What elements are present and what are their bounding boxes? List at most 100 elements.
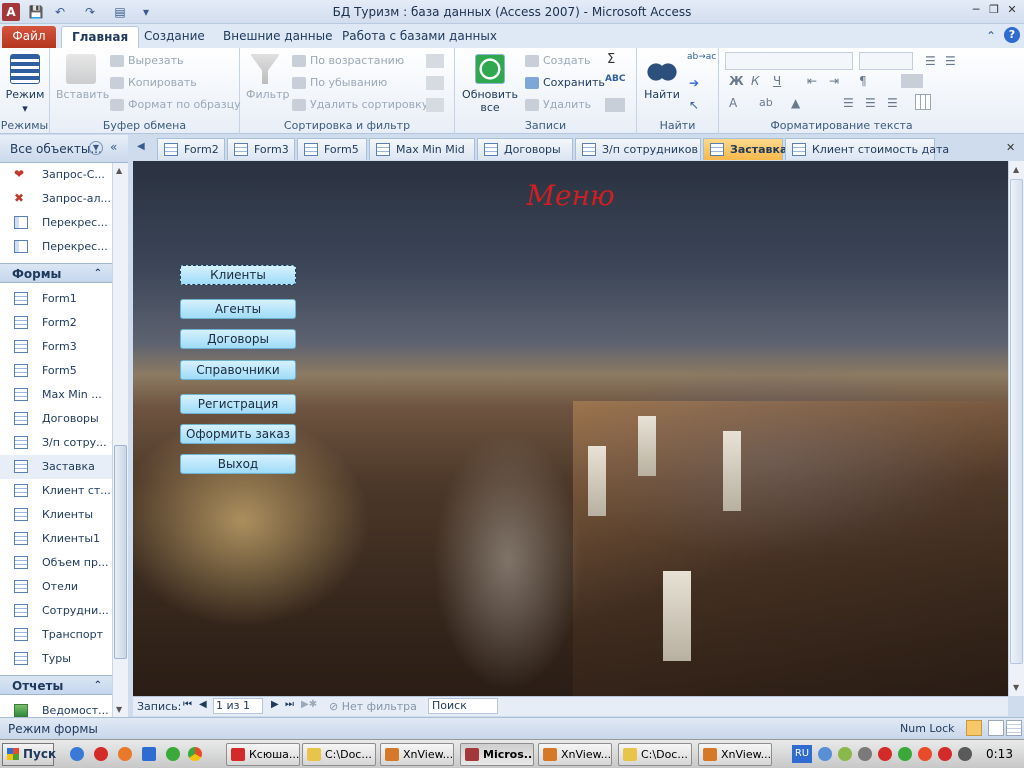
taskbar-window-button[interactable]: XnView... <box>380 743 454 766</box>
icq-icon[interactable] <box>166 747 180 761</box>
paragraph-icon[interactable]: ¶ <box>859 74 867 88</box>
sort-asc-button[interactable]: По возрастанию <box>292 54 404 67</box>
nav-scrollbar[interactable]: ▲ ▼ <box>112 163 128 717</box>
align-left-icon[interactable]: ☰ <box>843 96 854 110</box>
document-tab[interactable]: Клиент стоимость дата <box>785 138 949 160</box>
new-record-nav-icon[interactable]: ▶✱ <box>301 699 317 710</box>
form-scrollbar[interactable]: ▲ ▼ <box>1008 161 1024 696</box>
close-document-icon[interactable]: ✕ <box>1006 141 1015 154</box>
taskbar-window-button[interactable]: XnView... <box>538 743 612 766</box>
taskbar-window-button[interactable]: XnView... <box>698 743 772 766</box>
paste-button[interactable]: Вставить <box>56 88 109 101</box>
nav-item-form[interactable]: Max Min ... <box>0 383 112 407</box>
form-view-icon[interactable] <box>966 720 982 736</box>
goto-icon[interactable]: ➔ <box>689 76 699 90</box>
close-icon[interactable]: ✕ <box>1004 2 1020 18</box>
select-icon[interactable]: ↖ <box>689 98 699 112</box>
record-position-field[interactable]: 1 из 1 <box>213 698 263 714</box>
bullets-icon[interactable]: ☰ <box>925 54 936 68</box>
no-filter-indicator[interactable]: ⊘ Нет фильтра <box>329 700 417 713</box>
more-records-icon[interactable] <box>605 98 625 112</box>
nav-item-form[interactable]: Отели <box>0 575 112 599</box>
filter-button[interactable]: Фильтр <box>246 88 290 101</box>
nav-section-header[interactable]: Формы ⌃ <box>0 263 112 283</box>
design-view-icon[interactable] <box>1006 720 1022 736</box>
document-tab[interactable]: Договоры <box>477 138 573 160</box>
nav-item-query[interactable]: ❤ Запрос-С... <box>0 163 112 187</box>
agents-button[interactable]: Агенты <box>180 299 296 319</box>
tabs-scroll-left-icon[interactable]: ◀ <box>137 141 145 152</box>
font-color-icon[interactable]: A <box>729 96 737 110</box>
nav-item-query[interactable]: Перекрес... <box>0 211 112 235</box>
refresh-all-button[interactable]: Обновить все <box>455 88 525 114</box>
indent-increase-icon[interactable]: ⇥ <box>829 74 839 88</box>
advanced-filter-icon[interactable] <box>426 76 444 90</box>
form-scroll-thumb[interactable] <box>1010 179 1023 664</box>
tab-create[interactable]: Создание <box>134 26 215 48</box>
opera-icon[interactable] <box>94 747 108 761</box>
font-name-combo[interactable] <box>725 52 853 70</box>
collapse-section-icon[interactable]: ⌃ <box>94 264 102 284</box>
tray-app-icon[interactable] <box>938 747 952 761</box>
collapse-nav-icon[interactable]: « <box>110 140 117 154</box>
tab-database-tools[interactable]: Работа с базами данных <box>332 26 507 48</box>
highlight-icon[interactable]: ab <box>759 96 773 109</box>
format-painter-button[interactable]: Формат по образцу <box>110 98 241 111</box>
tab-file[interactable]: Файл <box>2 26 56 48</box>
last-record-icon[interactable]: ⏭ <box>285 699 294 710</box>
nav-item-form[interactable]: Form5 <box>0 359 112 383</box>
restore-icon[interactable]: ❐ <box>986 2 1002 18</box>
nav-item-form[interactable]: Form1 <box>0 287 112 311</box>
document-tab[interactable]: Form3 <box>227 138 295 160</box>
nav-item-query[interactable]: Перекрес... <box>0 235 112 259</box>
document-tab[interactable]: З/п сотрудников <box>575 138 701 160</box>
replace-icon[interactable]: ab→ac <box>687 52 716 62</box>
volume-icon[interactable] <box>958 747 972 761</box>
firefox-icon[interactable] <box>118 747 132 761</box>
tray-app-icon[interactable] <box>858 747 872 761</box>
remove-sort-button[interactable]: Удалить сортировку <box>292 98 428 111</box>
taskbar-window-button[interactable]: C:\Doc... <box>302 743 376 766</box>
scroll-up-icon[interactable]: ▲ <box>116 166 122 175</box>
nav-item-form[interactable]: Form2 <box>0 311 112 335</box>
layout-view-icon[interactable] <box>988 720 1004 736</box>
taskbar-window-button[interactable]: Ксюша... <box>226 743 300 766</box>
nav-item-form[interactable]: Объем пр... <box>0 551 112 575</box>
tray-app-icon[interactable] <box>898 747 912 761</box>
nav-item-query[interactable]: ✖ Запрос-ал... <box>0 187 112 211</box>
tray-app-icon[interactable] <box>878 747 892 761</box>
nav-item-form[interactable]: Клиент ст... <box>0 479 112 503</box>
start-button[interactable]: Пуск <box>2 743 56 766</box>
minimize-icon[interactable]: ─ <box>968 2 984 18</box>
toggle-filter-icon[interactable] <box>426 98 444 112</box>
save-record-button[interactable]: Сохранить <box>525 76 605 89</box>
bold-button[interactable]: Ж <box>729 74 744 88</box>
nav-dropdown-icon[interactable]: ▼ <box>89 141 103 155</box>
ie-icon[interactable] <box>70 747 84 761</box>
document-tab[interactable]: Заставка <box>703 138 787 160</box>
search-input[interactable]: Поиск <box>428 698 498 714</box>
find-button[interactable]: Найти <box>637 88 687 101</box>
taskbar-window-button[interactable]: Micros... <box>460 743 534 766</box>
scroll-down-icon[interactable]: ▼ <box>116 705 122 714</box>
tray-app-icon[interactable] <box>838 747 852 761</box>
language-indicator[interactable]: RU <box>792 745 812 763</box>
registration-button[interactable]: Регистрация <box>180 394 296 414</box>
font-size-combo[interactable] <box>859 52 913 70</box>
place-order-button[interactable]: Оформить заказ <box>180 424 296 444</box>
indent-decrease-icon[interactable]: ⇤ <box>807 74 817 88</box>
contracts-button[interactable]: Договоры <box>180 329 296 349</box>
cut-button[interactable]: Вырезать <box>110 54 183 67</box>
nav-item-form[interactable]: Form3 <box>0 335 112 359</box>
document-tab[interactable]: Max Min Mid <box>369 138 475 160</box>
alt-row-color-icon[interactable] <box>915 94 931 110</box>
nav-item-form[interactable]: Туры <box>0 647 112 671</box>
italic-button[interactable]: К <box>751 74 760 88</box>
nav-item-form[interactable]: Клиенты <box>0 503 112 527</box>
copy-button[interactable]: Копировать <box>110 76 197 89</box>
view-dropdown-icon[interactable]: ▾ <box>0 102 50 115</box>
tab-home[interactable]: Главная <box>61 26 140 48</box>
document-tab[interactable]: Form5 <box>297 138 367 160</box>
gridlines-icon[interactable] <box>901 74 923 88</box>
tab-external-data[interactable]: Внешние данные <box>213 26 342 48</box>
